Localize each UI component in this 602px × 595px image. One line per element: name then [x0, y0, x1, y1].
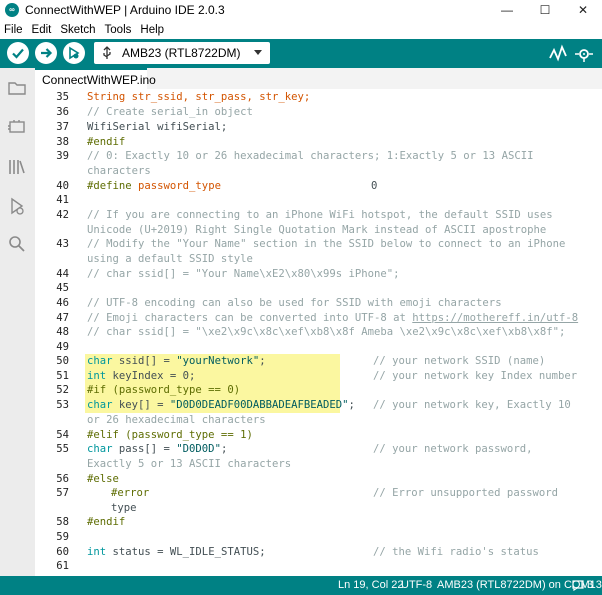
- board-label: AMB23 (RTL8722DM): [122, 46, 241, 60]
- status-bar: Ln 19, Col 22 UTF-8 AMB23 (RTL8722DM) on…: [0, 576, 602, 595]
- code-line: 44// char ssid[] = "Your Name\xE2\x80\x9…: [56, 268, 400, 280]
- code-line: 54 #elif (password_type == 1): [56, 429, 253, 441]
- code-line: 38 #endif: [56, 136, 126, 148]
- debug-icon: [69, 46, 80, 60]
- tab-connectwithwep[interactable]: ConnectWithWEP.ino: [35, 68, 156, 89]
- menu-bar: File Edit Sketch Tools Help: [0, 20, 602, 39]
- code-line-highlighted: 51 int keyIndex = 0;// your network key I…: [56, 369, 578, 384]
- code-line-wrap: Unicode (U+2019) Right Single Quotation …: [87, 224, 547, 236]
- code-line: 55 char pass[] = "D0D0D";// your network …: [56, 443, 533, 455]
- notification-icon[interactable]: [572, 580, 584, 591]
- code-line: 58 #endif: [56, 516, 126, 528]
- code-line-wrap: characters: [87, 165, 151, 177]
- serial-plotter-icon[interactable]: [548, 44, 568, 64]
- usb-icon: [103, 46, 111, 59]
- code-line: 59: [56, 531, 69, 543]
- code-line: 36// Create serial_in object: [56, 106, 253, 118]
- close-button[interactable]: ✕: [564, 0, 602, 20]
- menu-file[interactable]: File: [4, 24, 23, 36]
- code-line-highlighted: 52 #if (password_type == 0): [35, 383, 602, 398]
- debug-button[interactable]: [63, 42, 85, 64]
- code-line: 61: [56, 560, 69, 572]
- minimize-button[interactable]: —: [488, 0, 526, 20]
- menu-tools[interactable]: Tools: [105, 24, 132, 36]
- chevron-down-icon: [254, 50, 262, 55]
- arrow-right-icon: [41, 48, 53, 58]
- maximize-button[interactable]: ☐: [526, 0, 564, 20]
- code-line: 45: [56, 282, 69, 294]
- encoding[interactable]: UTF-8: [401, 579, 432, 591]
- code-line: 39// 0: Exactly 10 or 26 hexadecimal cha…: [56, 150, 534, 162]
- code-line: 48// char ssid[] = "\xe2\x9c\x8c\xef\xb8…: [56, 326, 566, 338]
- utf8-link[interactable]: https://mothereff.in/utf-8: [412, 312, 578, 324]
- code-line: 37 WifiSerial wifiSerial;: [56, 121, 228, 133]
- code-line-wrap: or 26 hexadecimal characters: [87, 414, 266, 426]
- left-sidebar: [0, 68, 35, 576]
- code-line: 60 int status = WL_IDLE_STATUS;// the Wif…: [56, 546, 539, 558]
- cursor-position[interactable]: Ln 19, Col 22: [338, 579, 403, 591]
- menu-sketch[interactable]: Sketch: [60, 24, 95, 36]
- notification-count: 3: [587, 579, 594, 591]
- code-line: 41: [56, 194, 69, 206]
- board-selector[interactable]: AMB23 (RTL8722DM): [94, 42, 270, 64]
- code-line-wrap: using a default SSID style: [87, 253, 253, 265]
- code-editor[interactable]: 35 String str_ssid, str_pass, str_key; 36…: [35, 89, 602, 576]
- code-line: 56 #else: [56, 473, 119, 485]
- library-manager-icon[interactable]: [7, 157, 27, 177]
- toolbar: AMB23 (RTL8722DM): [0, 39, 602, 68]
- code-line-highlighted: 50 char ssid[] = "yourNetwork";// your ne…: [56, 354, 546, 369]
- menu-edit[interactable]: Edit: [32, 24, 52, 36]
- arduino-logo-icon: ∞: [5, 3, 19, 17]
- code-line: 46// UTF-8 encoding can also be used for…: [56, 297, 502, 309]
- boards-manager-icon[interactable]: [7, 117, 27, 137]
- checkmark-icon: [12, 48, 24, 59]
- window-title: ConnectWithWEP | Arduino IDE 2.0.3: [25, 3, 225, 17]
- debugger-icon[interactable]: [7, 196, 27, 216]
- serial-monitor-icon[interactable]: [574, 44, 594, 64]
- code-line: 40 #define password_type 0: [56, 180, 378, 192]
- folder-icon[interactable]: [7, 78, 27, 98]
- code-line-wrap: type: [111, 502, 137, 514]
- window-controls: — ☐ ✕: [488, 0, 602, 20]
- verify-button[interactable]: [7, 42, 29, 64]
- search-icon[interactable]: [7, 234, 27, 254]
- code-line-highlighted: 53 char key[] = "D0D0DEADF00DABBADEAFBEAD…: [56, 398, 571, 413]
- code-line: 43// Modify the "Your Name" section in t…: [56, 238, 566, 250]
- menu-help[interactable]: Help: [140, 24, 164, 36]
- upload-button[interactable]: [35, 42, 57, 64]
- code-line-wrap: Exactly 5 or 13 ASCII characters: [87, 458, 292, 470]
- tab-bar: ConnectWithWEP.ino: [35, 68, 602, 89]
- code-line: 57 #error// Error unsupported password: [56, 487, 558, 499]
- code-line: 49: [56, 341, 69, 353]
- code-line: 47// Emoji characters can be converted i…: [56, 312, 579, 324]
- code-line: 35 String str_ssid, str_pass, str_key;: [56, 91, 311, 103]
- title-bar: ∞ ConnectWithWEP | Arduino IDE 2.0.3 — ☐…: [0, 0, 602, 20]
- code-line: 42// If you are connecting to an iPhone …: [56, 209, 553, 221]
